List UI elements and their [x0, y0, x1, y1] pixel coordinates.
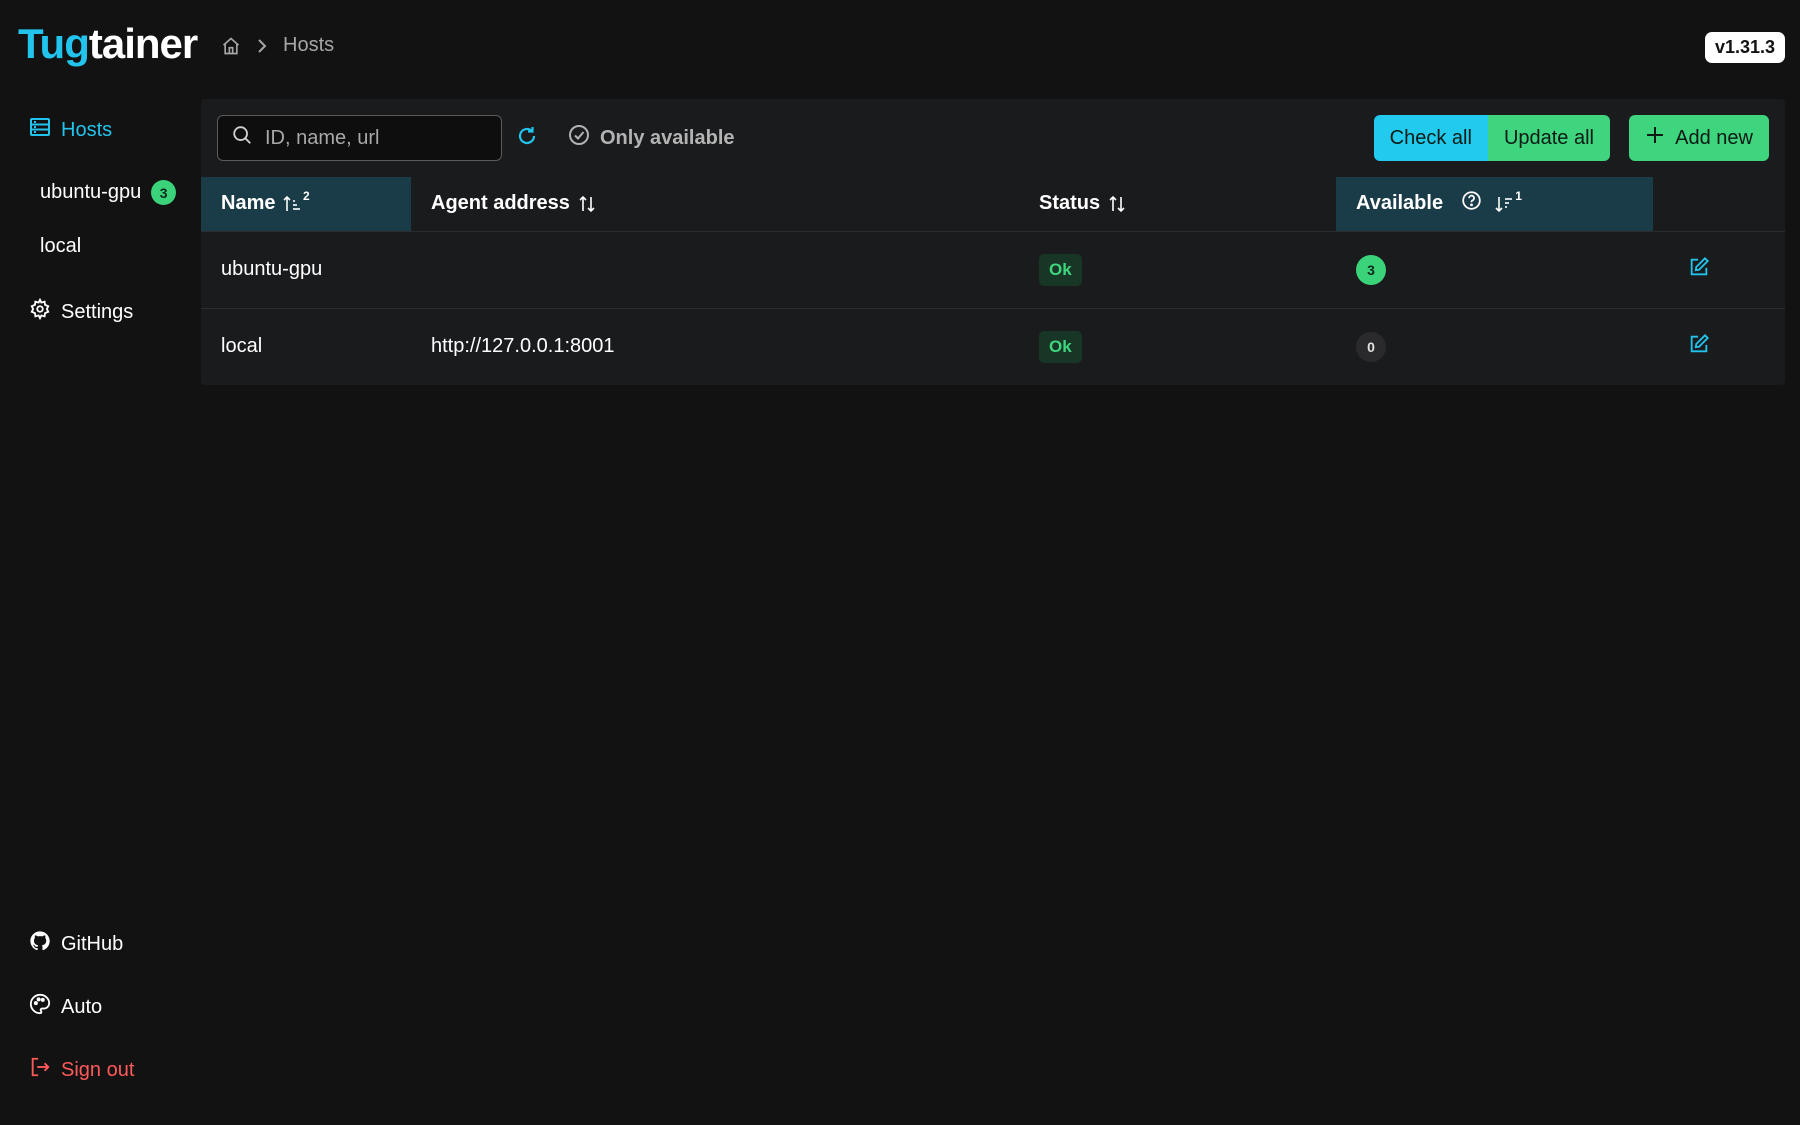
sidebar-host-label: ubuntu-gpu: [40, 181, 142, 203]
agent-address: http://127.0.0.1:8001: [411, 307, 1019, 385]
column-header-status[interactable]: Status: [1019, 177, 1336, 231]
sidebar-item-settings[interactable]: Settings: [29, 297, 134, 326]
breadcrumb-current: Hosts: [283, 34, 335, 56]
palette-icon: [29, 993, 51, 1021]
available-cell: 3: [1336, 230, 1653, 308]
status-badge: Ok: [1039, 253, 1082, 286]
server-icon: [29, 117, 51, 143]
add-new-button[interactable]: Add new: [1629, 115, 1769, 161]
chevron-right-icon: [255, 37, 269, 55]
column-label: Available: [1356, 192, 1444, 215]
logo-part2: tainer: [88, 20, 198, 67]
check-all-button[interactable]: Check all: [1373, 115, 1488, 161]
plus-icon: [1645, 125, 1665, 151]
sign-out-button[interactable]: Sign out: [29, 1056, 134, 1084]
breadcrumb: Hosts: [221, 34, 334, 57]
search-icon: [231, 124, 253, 152]
version-badge: v1.31.3: [1704, 32, 1785, 63]
table-row: ubuntu-gpu Ok 3: [201, 230, 1785, 308]
home-icon[interactable]: [221, 36, 241, 56]
available-count: 0: [1356, 331, 1386, 362]
table-header-row: Name 2 Agent address Status Available 1: [201, 177, 1785, 231]
agent-address: [411, 230, 1019, 308]
column-label: Status: [1039, 192, 1101, 215]
column-label: Agent address: [431, 192, 570, 215]
sidebar-item-hosts[interactable]: Hosts: [29, 117, 112, 143]
host-name: local: [201, 307, 411, 385]
status-badge: Ok: [1039, 330, 1082, 363]
sign-out-icon: [29, 1056, 51, 1084]
column-label: Name: [221, 192, 276, 215]
sort-unsorted-icon: [578, 195, 596, 213]
sidebar-item-label: Sign out: [61, 1058, 135, 1081]
available-count: 3: [1356, 254, 1386, 285]
sidebar-item-theme[interactable]: Auto: [29, 993, 102, 1021]
sidebar-item-label: Auto: [61, 995, 103, 1018]
sort-order: 2: [303, 188, 310, 203]
available-cell: 0: [1336, 307, 1653, 385]
status-cell: Ok: [1019, 307, 1336, 385]
sidebar-host-label: local: [40, 235, 82, 257]
update-all-button[interactable]: Update all: [1487, 115, 1610, 161]
sort-order: 1: [1515, 188, 1522, 203]
column-header-name[interactable]: Name 2: [201, 177, 411, 231]
host-name: ubuntu-gpu: [201, 230, 411, 308]
sidebar-item-label: GitHub: [61, 932, 124, 955]
add-new-label: Add new: [1675, 126, 1753, 149]
only-available-toggle[interactable]: Only available: [567, 123, 735, 153]
sidebar-host-ubuntu-gpu[interactable]: ubuntu-gpu 3: [40, 180, 177, 205]
app-logo[interactable]: Tugtainer: [18, 20, 198, 68]
actions-cell: [1653, 307, 1785, 385]
hosts-panel: Only available Check all Update all Add …: [201, 99, 1785, 385]
sidebar-host-local[interactable]: local: [40, 235, 81, 258]
sidebar-item-label: Settings: [61, 300, 134, 323]
sort-descending-icon: 1: [1495, 189, 1522, 213]
refresh-icon[interactable]: [515, 124, 539, 154]
github-icon: [29, 930, 51, 958]
toolbar: Only available Check all Update all Add …: [201, 99, 1785, 177]
column-header-available[interactable]: Available 1: [1336, 177, 1653, 231]
table-row: local http://127.0.0.1:8001 Ok 0: [201, 307, 1785, 385]
column-header-agent-address[interactable]: Agent address: [411, 177, 1019, 231]
actions-cell: [1653, 230, 1785, 308]
bulk-actions: Check all Update all: [1373, 115, 1610, 161]
edit-icon[interactable]: [1688, 333, 1710, 360]
logo-part1: Tug: [18, 20, 90, 67]
sidebar-item-label: Hosts: [61, 118, 113, 141]
sidebar-item-github[interactable]: GitHub: [29, 930, 123, 958]
check-circle-icon: [567, 123, 591, 153]
sort-unsorted-icon: [1108, 195, 1126, 213]
status-cell: Ok: [1019, 230, 1336, 308]
sort-ascending-icon: 2: [283, 189, 310, 213]
search-input[interactable]: [265, 126, 485, 150]
help-icon[interactable]: [1461, 190, 1482, 217]
available-count-badge: 3: [151, 180, 177, 205]
edit-icon[interactable]: [1688, 256, 1710, 283]
gear-icon: [29, 297, 51, 326]
only-available-label: Only available: [600, 126, 735, 149]
column-header-actions: [1653, 177, 1785, 231]
search-box: [217, 115, 502, 161]
hosts-table: Name 2 Agent address Status Available 1 …: [201, 177, 1785, 385]
